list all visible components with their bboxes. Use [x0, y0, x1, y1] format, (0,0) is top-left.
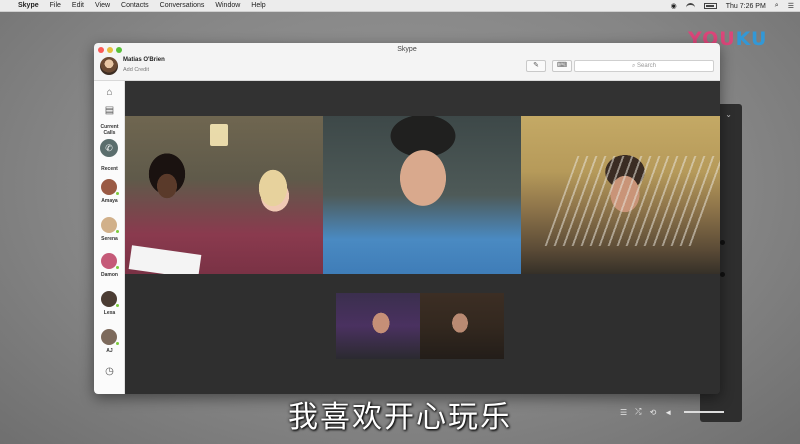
menu-help[interactable]: Help	[251, 2, 265, 9]
online-status-icon	[115, 303, 120, 308]
video-tile-4[interactable]	[336, 293, 420, 359]
contacts-book-icon[interactable]: ▤	[94, 105, 125, 116]
battery-icon[interactable]	[703, 3, 717, 9]
profile-name[interactable]: Matias O'Brien	[123, 57, 165, 63]
phone-icon: ✆	[105, 143, 113, 153]
contact-avatar-serena[interactable]	[101, 217, 120, 234]
menu-window[interactable]: Window	[215, 2, 240, 9]
menu-contacts[interactable]: Contacts	[121, 2, 149, 9]
skype-window: Skype Matias O'Brien Add Credit ✎ ⌨ ⌕ Se…	[94, 43, 720, 394]
online-status-icon	[115, 341, 120, 346]
video-tile-3[interactable]	[521, 116, 720, 274]
menu-clock[interactable]: Thu 7:26 PM	[726, 3, 766, 10]
stair-rail-shape	[544, 156, 720, 246]
video-tile-5[interactable]	[420, 293, 504, 359]
window-title: Skype	[397, 46, 417, 53]
dialpad-icon: ⌨	[556, 62, 568, 69]
contact-name-amaya[interactable]: Amaya	[94, 198, 125, 204]
current-call-button[interactable]: ✆	[100, 139, 118, 157]
menu-extras: ◉ Thu 7:26 PM ⌕ ☰	[662, 0, 794, 12]
compose-button[interactable]: ✎	[526, 60, 546, 72]
playlist-icon[interactable]: ☰	[620, 408, 627, 417]
chevron-down-icon[interactable]: ⌄	[725, 110, 732, 119]
contact-name-lexa[interactable]: Lexa	[94, 310, 125, 316]
menu-app-skype[interactable]: Skype	[18, 2, 39, 9]
wifi-icon[interactable]	[685, 3, 695, 9]
skype-status-icon[interactable]: ◉	[671, 2, 677, 10]
repeat-icon[interactable]: ⟲	[650, 408, 657, 417]
current-calls-label: Current Calls	[100, 124, 119, 136]
contact-avatar-amaya[interactable]	[101, 179, 120, 196]
contact-avatar-lexa[interactable]	[101, 291, 120, 308]
recent-label: Recent	[101, 166, 118, 172]
contact-avatar-aj[interactable]	[101, 329, 120, 346]
contact-avatar-damon[interactable]	[101, 253, 120, 270]
avatar[interactable]	[100, 57, 118, 75]
clock-icon[interactable]: ◷	[94, 366, 125, 377]
search-icon[interactable]: ⌕	[775, 2, 779, 10]
online-status-icon	[115, 265, 120, 270]
list-icon[interactable]: ☰	[788, 2, 794, 10]
search-input[interactable]: ⌕ Search	[574, 60, 714, 72]
search-placeholder: Search	[637, 63, 657, 69]
online-status-icon	[115, 191, 120, 196]
contact-name-serena[interactable]: Serena	[94, 236, 125, 242]
dialpad-button[interactable]: ⌨	[552, 60, 572, 72]
menu-edit[interactable]: Edit	[72, 2, 84, 9]
video-tile-2[interactable]	[323, 116, 521, 274]
contact-name-aj[interactable]: AJ	[94, 348, 125, 354]
home-icon[interactable]: ⌂	[94, 87, 125, 98]
player-controls: ☰ ⤮ ⟲ ◄	[620, 402, 725, 422]
menu-bar: Skype File Edit View Contacts Conversati…	[0, 0, 800, 12]
sidebar: ⌂ ▤ Current Calls ✆ Recent Amaya Serena …	[94, 81, 125, 394]
shuffle-icon[interactable]: ⤮	[635, 407, 641, 417]
window-dot	[720, 240, 725, 245]
menu-conversations[interactable]: Conversations	[160, 2, 205, 9]
compose-icon: ✎	[533, 62, 539, 69]
video-tile-1[interactable]	[125, 116, 323, 274]
lamp-shape	[210, 124, 228, 146]
window-dot	[720, 272, 725, 277]
title-bar: Skype Matias O'Brien Add Credit ✎ ⌨ ⌕ Se…	[94, 43, 720, 81]
menu-view[interactable]: View	[95, 2, 110, 9]
menu-file[interactable]: File	[50, 2, 61, 9]
contact-name-damon[interactable]: Damon	[94, 272, 125, 278]
cards-shape	[128, 245, 202, 274]
video-call-stage	[125, 81, 720, 394]
add-credit-link[interactable]: Add Credit	[123, 67, 149, 73]
volume-icon[interactable]: ◄	[664, 408, 672, 417]
online-status-icon	[115, 229, 120, 234]
volume-slider[interactable]	[684, 411, 725, 413]
